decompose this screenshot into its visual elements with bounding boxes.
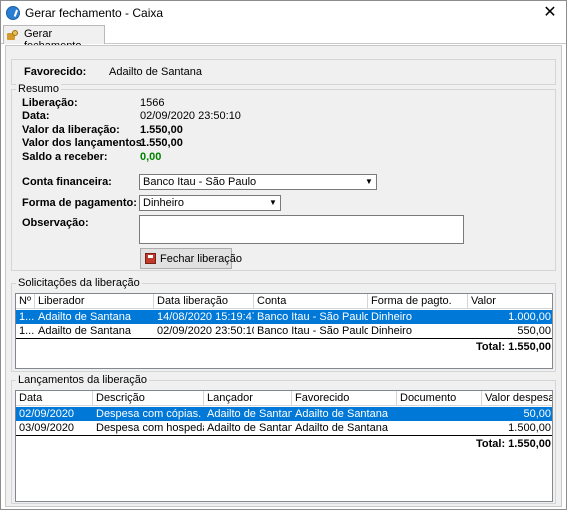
total-value: Total: 1.550,00 [476,438,551,450]
tab-strip: Gerar fechamento [1,25,566,52]
resumo-legend: Resumo [16,83,61,95]
cell: Despesa com hospedag... [96,422,204,434]
favorecido-value: Adailto de Santana [109,66,202,78]
fechar-liberacao-label: Fechar liberação [160,253,242,265]
cell: 03/09/2020 [19,422,75,434]
grid-header: Data Descrição Lançador Favorecido Docum… [16,391,552,406]
observacao-field[interactable] [139,215,464,244]
saldo-value: 0,00 [140,151,162,163]
conta-select[interactable]: Banco Itau - São Paulo ▼ [139,174,377,190]
cell: Despesa com cópias. [96,408,202,420]
grid-total: Total: 1.550,00 [16,435,552,451]
liberacao-label: Liberação: [22,97,78,109]
data-value: 02/09/2020 23:50:10 [140,110,241,122]
cell: Adailto de Santana [38,325,131,337]
cell: 1... [19,325,35,337]
table-row[interactable]: 03/09/2020 Despesa com hospedag... Adail… [16,421,552,435]
lancamentos-group: Lançamentos da liberação Data Descrição … [11,374,556,504]
window-title: Gerar fechamento - Caixa [25,6,164,20]
cell: Adailto de Santana [295,408,388,420]
chevron-down-icon[interactable]: ▼ [363,176,375,188]
col-header[interactable]: Conta [254,294,368,309]
cell: Adailto de Santana [207,408,292,420]
table-row[interactable]: 02/09/2020 Despesa com cópias. Adailto d… [16,407,552,421]
cell: 50,00 [523,408,551,420]
valor-liberacao-label: Valor da liberação: [22,124,120,136]
observacao-label: Observação: [22,217,89,229]
cell: Banco Itau - São Paulo [257,325,368,337]
cell: 14/08/2020 15:19:47 [157,311,254,323]
cell: Dinheiro [371,311,412,323]
tab-gerar-fechamento[interactable]: Gerar fechamento [3,25,105,52]
conta-label: Conta financeira: [22,176,112,188]
solicitacoes-group: Solicitações da liberação Nº Liberador D… [11,277,556,372]
forma-selected: Dinheiro [143,197,184,209]
cell: 1.500,00 [508,422,551,434]
cell: Adailto de Santana [295,422,388,434]
solicitacoes-legend: Solicitações da liberação [16,277,142,289]
window: Gerar fechamento - Caixa ✕ Gerar fechame… [0,0,567,510]
liberacao-value: 1566 [140,97,165,109]
money-hand-icon [7,30,19,41]
lancamentos-grid[interactable]: Data Descrição Lançador Favorecido Docum… [15,390,553,502]
data-label: Data: [22,110,50,122]
save-icon [145,253,156,264]
saldo-label: Saldo a receber: [22,151,108,163]
col-header[interactable]: Lançador [204,391,292,406]
col-header[interactable]: Forma de pagto. [368,294,468,309]
forma-label: Forma de pagamento: [22,197,137,209]
col-header[interactable]: Valor despesa [482,391,552,406]
cell: Adailto de Santana [38,311,131,323]
col-header[interactable]: Descrição [93,391,204,406]
content-panel: Favorecido: Adailto de Santana Resumo Li… [5,45,562,507]
fechar-liberacao-button[interactable]: Fechar liberação [140,248,242,269]
col-header[interactable]: Favorecido [292,391,397,406]
total-value: Total: 1.550,00 [476,341,551,353]
cell [397,407,482,421]
table-row[interactable]: 1... Adailto de Santana 14/08/2020 15:19… [16,310,552,324]
lancamentos-legend: Lançamentos da liberação [16,374,150,386]
cell: 1.000,00 [508,311,551,323]
table-row[interactable]: 1... Adailto de Santana 02/09/2020 23:50… [16,324,552,338]
favorecido-label: Favorecido: [24,66,87,78]
col-header[interactable]: Data liberação [154,294,254,309]
grid-total: Total: 1.550,00 [16,338,552,354]
chevron-down-icon[interactable]: ▼ [267,197,279,209]
forma-select[interactable]: Dinheiro ▼ [139,195,281,211]
col-header[interactable]: Data [16,391,93,406]
cell: 1... [19,311,35,323]
valor-liberacao-value: 1.550,00 [140,124,183,136]
col-header[interactable]: Documento [397,391,482,406]
valor-lancamentos-value: 1.550,00 [140,137,183,149]
solicitacoes-grid[interactable]: Nº Liberador Data liberação Conta Forma … [15,293,553,369]
favorecido-box: Favorecido: Adailto de Santana [11,59,556,85]
cell: 02/09/2020 23:50:10 [157,325,254,337]
cell: Adailto de Santana [207,422,292,434]
cell: 550,00 [517,325,551,337]
grid-header: Nº Liberador Data liberação Conta Forma … [16,294,552,309]
cell: 02/09/2020 [19,408,75,420]
cell [397,421,482,435]
app-icon [6,6,20,20]
resumo-group: Resumo Liberação: 1566 Data: 02/09/2020 … [11,83,556,271]
col-header[interactable]: Nº [16,294,35,309]
cell: Dinheiro [371,325,412,337]
title-bar: Gerar fechamento - Caixa ✕ [1,1,566,25]
col-header[interactable]: Liberador [35,294,154,309]
close-button[interactable]: ✕ [540,3,560,23]
valor-lancamentos-label: Valor dos lançamentos: [22,137,146,149]
col-header[interactable]: Valor [468,294,552,309]
cell: Banco Itau - São Paulo [257,311,368,323]
conta-selected: Banco Itau - São Paulo [143,176,257,188]
